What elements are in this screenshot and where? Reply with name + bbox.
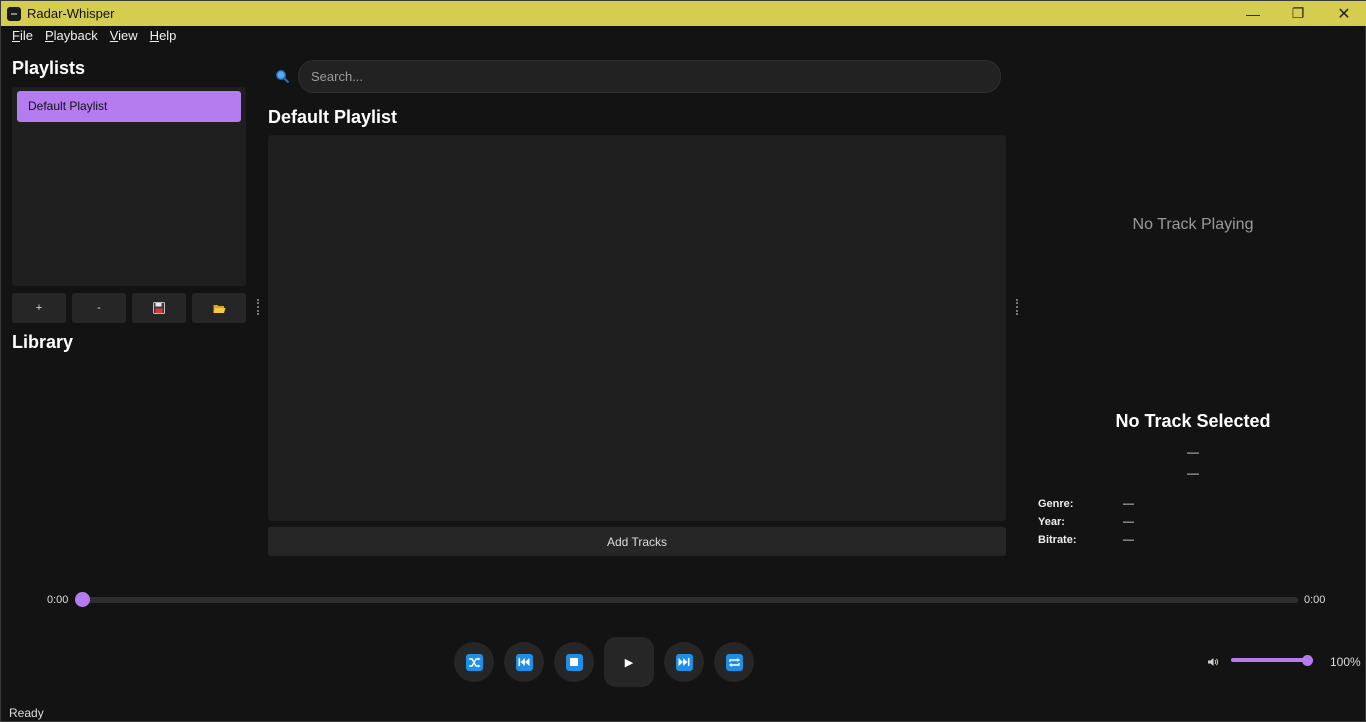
floppy-disk-icon xyxy=(153,302,165,314)
menu-help[interactable]: Help xyxy=(144,26,183,46)
minimize-button[interactable]: — xyxy=(1230,1,1276,26)
playlists-heading: Playlists xyxy=(12,58,86,78)
status-bar-text: Ready xyxy=(9,706,44,720)
save-playlist-button[interactable] xyxy=(132,293,186,323)
bitrate-value: — xyxy=(1123,534,1134,546)
right-splitter-handle[interactable] xyxy=(1016,299,1018,315)
add-playlist-button[interactable]: + xyxy=(12,293,66,323)
remove-playlist-button[interactable]: - xyxy=(72,293,126,323)
playlist-item-default[interactable]: Default Playlist xyxy=(17,91,241,122)
year-value: — xyxy=(1123,516,1134,528)
total-time: 0:00 xyxy=(1304,594,1326,606)
maximize-button[interactable]: ❐ xyxy=(1275,1,1321,26)
playlist-title: Default Playlist xyxy=(268,107,398,127)
open-playlist-button[interactable] xyxy=(192,293,246,323)
menu-view[interactable]: View xyxy=(104,26,144,46)
year-label: Year: xyxy=(1038,516,1065,528)
menu-file[interactable]: File xyxy=(1,26,39,46)
app-icon xyxy=(7,6,21,21)
current-time: 0:00 xyxy=(47,594,69,606)
next-button[interactable] xyxy=(664,642,704,682)
previous-button[interactable] xyxy=(504,642,544,682)
progress-slider[interactable] xyxy=(79,597,1298,603)
title-bar[interactable]: Radar-Whisper — ❐ ✕ xyxy=(1,1,1366,26)
volume-slider[interactable] xyxy=(1231,658,1308,662)
track-album: — xyxy=(1187,466,1199,480)
speaker-icon[interactable] xyxy=(1207,657,1219,667)
stop-button[interactable] xyxy=(554,642,594,682)
genre-value: — xyxy=(1123,498,1134,510)
volume-handle[interactable] xyxy=(1302,655,1313,666)
menu-bar: File Playback View Help xyxy=(1,26,182,46)
app-window: Radar-Whisper — ❐ ✕ File Playback View H… xyxy=(0,0,1366,722)
stop-icon xyxy=(565,653,583,671)
track-artist: — xyxy=(1187,445,1199,459)
bitrate-label: Bitrate: xyxy=(1038,534,1077,546)
volume-percent: 100% xyxy=(1330,655,1361,669)
previous-icon xyxy=(515,653,533,671)
track-list[interactable] xyxy=(268,135,1006,521)
library-heading: Library xyxy=(12,332,74,352)
genre-label: Genre: xyxy=(1038,498,1074,510)
track-title: No Track Selected xyxy=(1115,411,1271,431)
shuffle-icon xyxy=(465,653,483,671)
add-tracks-button[interactable]: Add Tracks xyxy=(268,527,1006,556)
window-title: Radar-Whisper xyxy=(27,6,115,21)
play-button[interactable]: ▶ xyxy=(604,637,654,687)
progress-handle[interactable] xyxy=(75,592,90,607)
menu-playback[interactable]: Playback xyxy=(39,26,104,46)
left-splitter-handle[interactable] xyxy=(257,299,259,315)
next-icon xyxy=(675,653,693,671)
now-playing-status: No Track Playing xyxy=(1132,216,1254,233)
repeat-button[interactable] xyxy=(714,642,754,682)
shuffle-button[interactable] xyxy=(454,642,494,682)
repeat-icon xyxy=(725,653,743,671)
search-input[interactable] xyxy=(298,60,1001,93)
search-icon xyxy=(275,69,289,83)
folder-icon xyxy=(213,304,225,313)
close-button[interactable]: ✕ xyxy=(1321,1,1366,26)
volume-fill xyxy=(1231,658,1308,662)
playlist-list[interactable]: Default Playlist xyxy=(12,87,246,286)
